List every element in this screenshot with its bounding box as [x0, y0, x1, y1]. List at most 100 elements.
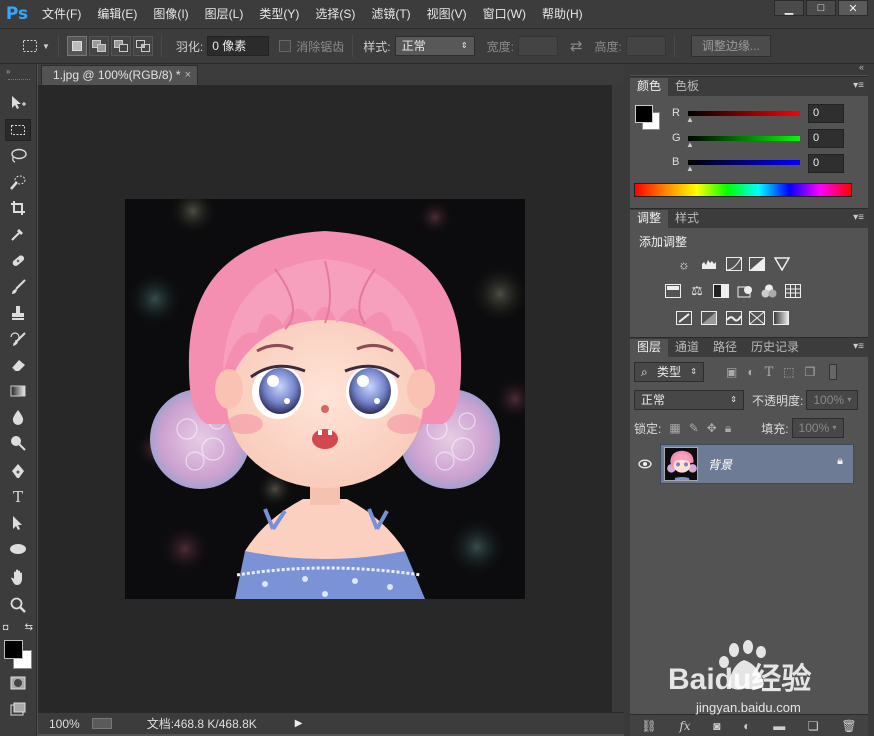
new-selection-mode-button[interactable]: [66, 36, 87, 56]
menu-view[interactable]: 视图(V): [419, 0, 475, 28]
lock-image-pixels-icon[interactable]: ✎: [689, 421, 699, 435]
tab-styles[interactable]: 样式: [668, 210, 706, 228]
tab-history[interactable]: 历史记录: [744, 339, 806, 357]
green-slider-handle-icon[interactable]: ▲: [686, 140, 694, 149]
curves-icon[interactable]: [725, 256, 743, 272]
swap-colors-icon[interactable]: ⇆: [25, 622, 33, 633]
fill-input[interactable]: 100% ▾: [791, 418, 844, 438]
add-mask-icon[interactable]: ◙: [713, 719, 720, 733]
red-track[interactable]: [688, 110, 800, 116]
foreground-color-swatch[interactable]: [4, 640, 23, 659]
levels-icon[interactable]: [700, 256, 718, 272]
color-lookup-icon[interactable]: [784, 283, 802, 299]
vibrance-icon[interactable]: [773, 256, 791, 272]
photo-filter-icon[interactable]: [736, 283, 754, 299]
healing-brush-tool-icon[interactable]: [5, 250, 31, 272]
lock-transparent-pixels-icon[interactable]: ▦: [669, 421, 680, 435]
filter-shape-icon[interactable]: ⬚: [783, 365, 794, 379]
tab-channels[interactable]: 通道: [668, 339, 706, 357]
panel-menu-icon[interactable]: ▾≡: [853, 212, 864, 223]
filter-toggle-switch[interactable]: [829, 364, 838, 380]
new-adjustment-layer-icon[interactable]: ◐: [743, 719, 750, 733]
eraser-tool-icon[interactable]: [5, 354, 31, 376]
layer-row-background[interactable]: 背景 🔒︎: [660, 444, 854, 484]
crop-tool-icon[interactable]: [5, 197, 31, 219]
posterize-icon[interactable]: [700, 310, 718, 326]
blue-track[interactable]: [688, 159, 800, 165]
menu-window[interactable]: 窗口(W): [475, 0, 534, 28]
new-layer-icon[interactable]: ❏: [808, 719, 819, 733]
refine-edge-button[interactable]: 调整边缘...: [690, 35, 771, 57]
hue-saturation-icon[interactable]: [664, 283, 682, 299]
style-select[interactable]: 正常 ⇕: [394, 36, 475, 56]
eyedropper-tool-icon[interactable]: [5, 223, 31, 245]
blue-slider-handle-icon[interactable]: ▲: [686, 164, 694, 173]
tab-adjustments[interactable]: 调整: [630, 210, 669, 228]
zoom-tool-icon[interactable]: [5, 594, 31, 616]
quick-selection-tool-icon[interactable]: [5, 171, 31, 193]
canvas-area[interactable]: [38, 85, 611, 712]
lock-all-icon[interactable]: 🔒︎: [725, 421, 731, 436]
selective-color-icon[interactable]: [748, 310, 766, 326]
toolbox-grip[interactable]: [8, 79, 30, 81]
subtract-selection-mode-button[interactable]: [110, 36, 131, 56]
menu-filter[interactable]: 滤镜(T): [363, 0, 418, 28]
panel-menu-icon[interactable]: ▾≡: [853, 80, 864, 91]
swap-width-height-icon[interactable]: ⇄: [570, 37, 583, 55]
brightness-contrast-icon[interactable]: ☼: [675, 256, 693, 272]
green-track[interactable]: [688, 135, 800, 141]
channel-mixer-icon[interactable]: [760, 283, 778, 299]
layer-name[interactable]: 背景: [708, 456, 732, 473]
path-selection-tool-icon[interactable]: [5, 512, 31, 534]
menu-help[interactable]: 帮助(H): [534, 0, 591, 28]
collapse-toolbox-icon[interactable]: »: [6, 67, 11, 76]
antialias-checkbox[interactable]: [279, 40, 292, 52]
hand-tool-icon[interactable]: [5, 566, 31, 588]
blend-mode-select[interactable]: 正常 ⇕: [634, 390, 744, 410]
opacity-input[interactable]: 100% ▾: [806, 390, 859, 410]
tab-color[interactable]: 颜色: [630, 78, 669, 96]
menu-image[interactable]: 图像(I): [145, 0, 196, 28]
minimize-button[interactable]: ▁: [774, 0, 804, 16]
tab-paths[interactable]: 路径: [706, 339, 744, 357]
zoom-level[interactable]: 100%: [49, 717, 80, 731]
add-selection-mode-button[interactable]: [88, 36, 109, 56]
red-slider-handle-icon[interactable]: ▲: [686, 115, 694, 124]
collapse-dock-icon[interactable]: «: [859, 62, 864, 72]
close-document-icon[interactable]: ×: [185, 66, 191, 85]
red-value-input[interactable]: 0: [808, 104, 844, 123]
dock-header[interactable]: «: [630, 62, 868, 75]
lock-position-icon[interactable]: ✥: [707, 421, 717, 435]
default-colors-icon[interactable]: ◘: [3, 622, 8, 632]
menu-edit[interactable]: 编辑(E): [89, 0, 145, 28]
close-button[interactable]: ✕: [838, 0, 868, 16]
document-image[interactable]: [125, 199, 525, 599]
tab-layers[interactable]: 图层: [630, 339, 669, 357]
delete-layer-icon[interactable]: 🗑︎: [841, 719, 856, 733]
filter-adjustment-icon[interactable]: ◐: [747, 365, 754, 379]
black-white-icon[interactable]: [712, 283, 730, 299]
dodge-tool-icon[interactable]: [5, 432, 31, 454]
menu-layer[interactable]: 图层(L): [197, 0, 252, 28]
blue-value-input[interactable]: 0: [808, 154, 844, 173]
clone-stamp-tool-icon[interactable]: [5, 302, 31, 324]
status-preview-icon[interactable]: [91, 718, 112, 729]
layer-style-fx-icon[interactable]: fx: [679, 719, 690, 733]
feather-input[interactable]: 0 像素: [207, 36, 270, 56]
menu-type[interactable]: 类型(Y): [251, 0, 307, 28]
new-group-icon[interactable]: ▬: [773, 719, 785, 733]
link-layers-icon[interactable]: ⛓: [641, 719, 656, 733]
history-brush-tool-icon[interactable]: [5, 328, 31, 350]
tool-preset-picker[interactable]: ▼: [20, 36, 50, 56]
intersect-selection-mode-button[interactable]: [132, 36, 153, 56]
color-panel-foreground-swatch[interactable]: [635, 105, 653, 123]
color-spectrum-ramp[interactable]: [634, 183, 852, 197]
gradient-tool-icon[interactable]: [5, 380, 31, 402]
green-value-input[interactable]: 0: [808, 129, 844, 148]
gradient-map-icon[interactable]: [772, 310, 790, 326]
invert-icon[interactable]: [675, 310, 693, 326]
type-tool-icon[interactable]: T: [5, 486, 31, 508]
blur-tool-icon[interactable]: [5, 406, 31, 428]
height-input[interactable]: [625, 36, 666, 56]
exposure-icon[interactable]: [748, 256, 766, 272]
